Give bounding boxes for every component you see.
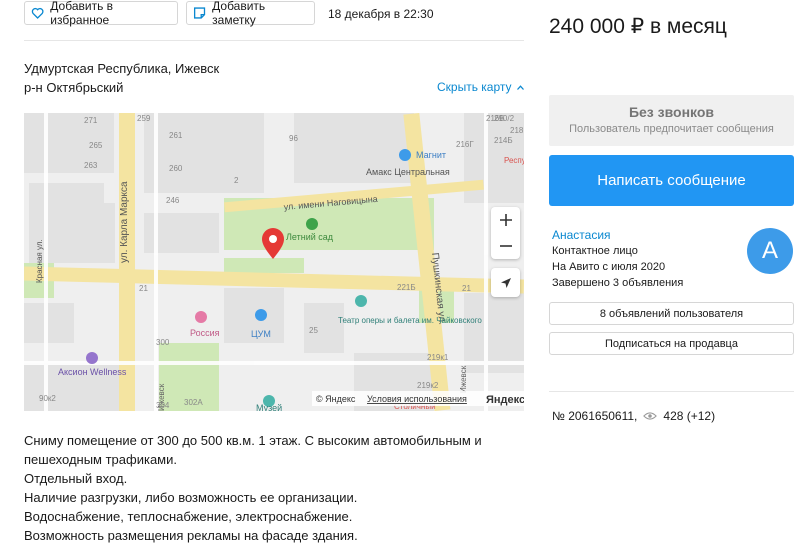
map-canvas: ул. Карла Маркса ул. имени Наговицына Пу… (24, 113, 524, 411)
divider (24, 40, 524, 41)
building-number: 302А (184, 398, 203, 407)
building-number: 96 (289, 134, 298, 143)
seller-role: Контактное лицо (552, 245, 638, 257)
building-number: 261 (169, 131, 183, 140)
place-label: Летний сад (286, 232, 334, 242)
user-ads-button[interactable]: 8 объявлений пользователя (549, 302, 794, 325)
map[interactable]: ул. Карла Маркса ул. имени Наговицына Пу… (24, 113, 524, 411)
hide-map-link[interactable]: Скрыть карту (437, 80, 524, 94)
hide-map-label: Скрыть карту (437, 80, 512, 94)
write-message-button[interactable]: Написать сообщение (549, 155, 794, 206)
place-label: Амакс Центральная (366, 167, 450, 177)
seller-since: На Авито с июля 2020 (552, 261, 666, 273)
building-number: 25 (309, 326, 318, 335)
building-number: 221Б (397, 283, 416, 292)
place-label: Республиканский детский (504, 156, 524, 165)
note-label: Добавить заметку (212, 0, 266, 27)
building-number: 246 (166, 196, 180, 205)
ad-number: № 2061650611, (552, 409, 638, 423)
zoom-control (491, 207, 520, 259)
building-number: 300 (156, 338, 170, 347)
view-count: 428 (+12) (663, 409, 716, 423)
price: 240 000 ₽ в месяц (549, 15, 727, 38)
no-calls-notice: Без звонков Пользователь предпочитает со… (549, 95, 794, 146)
description-line: Возможность размещения рекламы на фасаде… (24, 528, 358, 543)
building-number: 259 (137, 114, 151, 123)
place-label: Ижевск (459, 365, 468, 393)
add-to-favorites-button[interactable]: Добавить в избранное (24, 0, 178, 27)
seller-name-link[interactable]: Анастасия (552, 228, 611, 242)
eye-icon (643, 412, 658, 420)
map-copyright: © Яндекс (316, 394, 356, 404)
publish-date: 18 декабря в 22:30 (328, 7, 434, 21)
address-region: Удмуртская Республика, Ижевск (24, 61, 220, 76)
note-icon (193, 7, 206, 19)
place-label: Музей (256, 403, 282, 411)
subscribe-seller-button[interactable]: Подписаться на продавца (549, 332, 794, 355)
ad-description: Сниму помещение от 300 до 500 кв.м. 1 эт… (24, 431, 504, 545)
description-line: Наличие разгрузки, либо возможность ее о… (24, 490, 358, 505)
building-number: 216Г (456, 140, 474, 149)
description-line: Отдельный вход. (24, 471, 128, 486)
description-line: Сниму помещение от 300 до 500 кв.м. 1 эт… (24, 433, 482, 467)
building-number: 218 (510, 126, 524, 135)
street-label: ул. Карла Маркса (119, 181, 130, 263)
seller-completed: Завершено 3 объявления (552, 277, 684, 289)
building-number: 260 (169, 164, 183, 173)
chevron-up-icon (516, 85, 524, 91)
zoom-in-button[interactable] (491, 207, 520, 233)
street-label: Красная ул. (35, 239, 44, 283)
building-number: 214Б (494, 136, 513, 145)
avatar[interactable]: А (747, 228, 793, 274)
place-label: Магнит (416, 150, 446, 160)
address-district: р-н Октябрьский (24, 80, 124, 95)
no-calls-title: Без звонков (628, 104, 715, 120)
geolocation-button[interactable] (491, 268, 520, 297)
favorite-label: Добавить в избранное (50, 0, 114, 27)
building-number: 90к2 (39, 394, 56, 403)
no-calls-subtitle: Пользователь предпочитает сообщения (569, 123, 774, 135)
zoom-out-button[interactable] (491, 233, 520, 259)
building-number: 304 (156, 401, 170, 410)
building-number: 265 (89, 141, 103, 150)
place-label: Россия (190, 328, 220, 338)
add-note-button[interactable]: Добавить заметку (186, 0, 315, 27)
yandex-logo: Яндекс (486, 394, 524, 406)
building-number: 219к2 (417, 381, 439, 390)
place-label: ЦУМ (251, 329, 271, 339)
heart-icon (31, 7, 44, 19)
place-label: Аксион Wellness (58, 367, 127, 377)
navigation-arrow-icon (500, 277, 511, 288)
building-number: 263 (84, 161, 98, 170)
building-number: 271 (84, 116, 98, 125)
place-label: Театр оперы и балета им. Чайковского (338, 316, 482, 325)
building-number: 21 (462, 284, 471, 293)
divider (549, 391, 794, 392)
ad-meta: № 2061650611, 428 (+12) (552, 409, 715, 423)
building-number: 219к1 (427, 353, 449, 362)
map-terms-link[interactable]: Условия использования (367, 394, 467, 404)
description-line: Водоснабжение, теплоснабжение, электросн… (24, 509, 353, 524)
building-number: 21 (139, 284, 148, 293)
building-number: 2 (234, 176, 239, 185)
building-number: 216Б (486, 114, 505, 123)
minus-icon (499, 245, 512, 247)
plus-icon (499, 214, 512, 226)
